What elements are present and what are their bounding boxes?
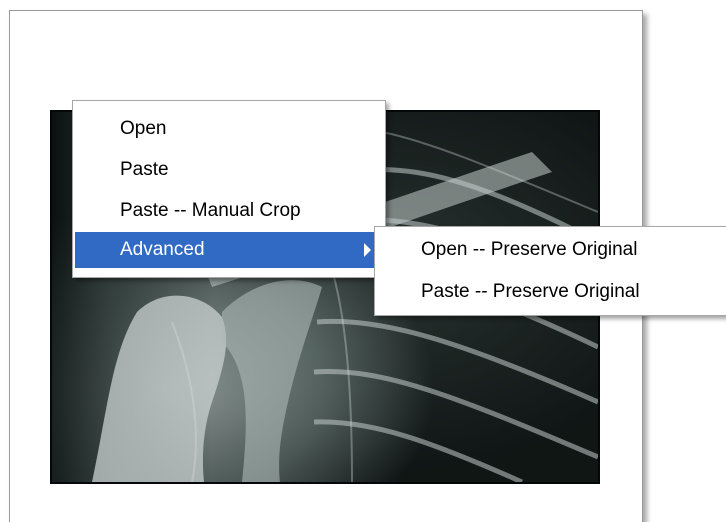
context-menu: Open Paste Paste -- Manual Crop Advanced — [72, 100, 386, 278]
menu-item-open[interactable]: Open — [75, 111, 383, 147]
menu-item-label: Paste -- Manual Crop — [120, 200, 301, 221]
menu-item-label: Open -- Preserve Original — [421, 239, 638, 260]
menu-item-label: Paste — [120, 159, 169, 180]
menu-item-paste-preserve-original[interactable]: Paste -- Preserve Original — [377, 274, 725, 310]
menu-item-label: Open — [120, 118, 167, 139]
advanced-submenu: Open -- Preserve Original Paste -- Prese… — [374, 226, 726, 316]
submenu-arrow-icon — [364, 243, 371, 257]
menu-item-advanced[interactable]: Advanced — [75, 232, 383, 268]
menu-item-paste-manual-crop[interactable]: Paste -- Manual Crop — [75, 193, 383, 229]
menu-item-open-preserve-original[interactable]: Open -- Preserve Original — [377, 232, 725, 268]
screen: Open Paste Paste -- Manual Crop Advanced… — [0, 0, 726, 522]
menu-item-label: Advanced — [120, 239, 205, 260]
menu-item-paste[interactable]: Paste — [75, 152, 383, 188]
menu-item-label: Paste -- Preserve Original — [421, 281, 640, 302]
